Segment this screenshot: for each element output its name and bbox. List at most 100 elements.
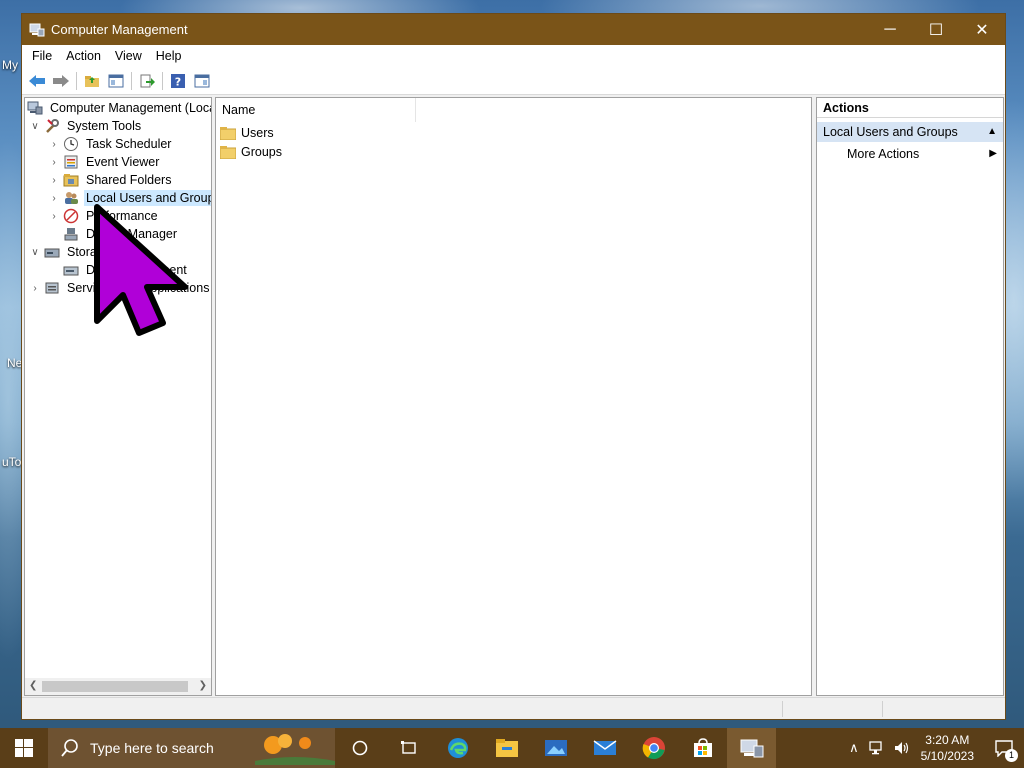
file-explorer-icon (495, 739, 518, 757)
close-button[interactable]: ✕ (959, 14, 1005, 45)
status-bar-divider (782, 701, 783, 717)
notification-center-button[interactable]: 1 (984, 728, 1024, 768)
maximize-button[interactable]: ☐ (913, 14, 959, 45)
menu-action[interactable]: Action (59, 45, 108, 67)
list-item-label: Users (241, 126, 274, 140)
list-item-groups[interactable]: Groups (220, 143, 282, 161)
system-clock[interactable]: 3:20 AM 5/10/2023 (921, 732, 974, 764)
help-icon[interactable]: ? (166, 70, 189, 92)
menu-bar: File Action View Help (22, 45, 1005, 67)
taskbar-app-photos[interactable] (531, 728, 580, 768)
disk-management-icon (63, 266, 79, 276)
desktop-icon-label[interactable]: uTo (2, 455, 21, 469)
forward-icon[interactable] (49, 70, 72, 92)
content-list: Name Users Groups (215, 97, 812, 696)
taskbar-app-mail[interactable] (580, 728, 629, 768)
menu-help[interactable]: Help (149, 45, 189, 67)
tree-item-shared-folders[interactable]: › Shared Folders (48, 171, 173, 189)
tree-item-task-scheduler[interactable]: › Task Scheduler (48, 135, 173, 153)
computer-management-icon (29, 23, 45, 36)
toolbar-separator (131, 71, 132, 90)
tree-item-root[interactable]: Computer Management (Local (27, 99, 212, 117)
list-item-users[interactable]: Users (220, 124, 274, 142)
chevron-right-icon[interactable]: › (29, 282, 41, 294)
menu-file[interactable]: File (25, 45, 59, 67)
svg-text:?: ? (174, 75, 180, 88)
tree-item-event-viewer[interactable]: › Event Viewer (48, 153, 161, 171)
actions-pane: Actions Local Users and Groups ▲ More Ac… (816, 97, 1004, 696)
notification-count-badge: 1 (1005, 749, 1018, 762)
title-bar[interactable]: Computer Management ─ ☐ ✕ (22, 14, 1005, 45)
column-header-name[interactable]: Name (216, 98, 416, 122)
chevron-down-icon[interactable]: ∨ (29, 120, 41, 132)
event-viewer-icon (64, 155, 78, 169)
store-icon (693, 738, 712, 757)
device-manager-icon (64, 228, 78, 241)
export-list-icon[interactable] (135, 70, 158, 92)
system-tray: ∧ 3:20 AM 5/10/2023 1 (849, 728, 1024, 768)
chevron-down-icon[interactable]: ∨ (29, 246, 41, 258)
shared-folder-icon (63, 174, 79, 187)
computer-management-window: Computer Management ─ ☐ ✕ File Action Vi… (21, 13, 1006, 720)
tree-item-label: Shared Folders (86, 173, 172, 187)
more-actions-label: More Actions (847, 147, 920, 161)
show-hidden-icons-icon[interactable]: ∧ (849, 740, 859, 756)
toolbar-separator (76, 71, 77, 90)
taskbar-app-edge[interactable] (433, 728, 482, 768)
services-icon (45, 282, 59, 294)
chevron-right-icon[interactable]: › (48, 174, 60, 186)
minimize-button[interactable]: ─ (867, 14, 913, 45)
show-hide-action-pane-icon[interactable] (190, 70, 213, 92)
edge-icon (447, 738, 468, 758)
windows-logo-icon (15, 739, 33, 757)
volume-icon[interactable] (893, 740, 911, 756)
taskbar: Type here to search ∧ 3:20 AM 5/10/2023 (0, 728, 1024, 768)
taskbar-app-store[interactable] (678, 728, 727, 768)
tree-item-label: Event Viewer (86, 155, 160, 169)
taskbar-app-file-explorer[interactable] (482, 728, 531, 768)
tree-item-system-tools[interactable]: ∨ System Tools (29, 117, 143, 135)
tree-item-label: Computer Management (Local (50, 101, 212, 115)
list-item-label: Groups (241, 145, 282, 159)
show-hide-tree-icon[interactable] (104, 70, 127, 92)
taskbar-app-chrome[interactable] (629, 728, 678, 768)
horizontal-scrollbar[interactable]: ❮ ❯ (25, 678, 211, 695)
clock-date: 5/10/2023 (920, 749, 974, 763)
status-bar (22, 697, 1005, 719)
desktop-icon-label[interactable]: My (2, 58, 18, 72)
mail-icon (593, 740, 616, 755)
chevron-right-icon[interactable]: › (48, 156, 60, 168)
up-folder-icon[interactable] (80, 70, 103, 92)
chevron-right-icon[interactable]: › (48, 138, 60, 150)
computer-management-icon (27, 101, 43, 115)
start-button[interactable] (0, 728, 48, 768)
chevron-right-icon[interactable]: › (48, 192, 60, 204)
storage-icon (44, 248, 60, 258)
toolbar-separator (162, 71, 163, 90)
task-view-button[interactable] (384, 728, 433, 768)
photos-icon (544, 740, 567, 756)
pointer-cursor-annotation (94, 204, 188, 336)
taskbar-app-computer-management[interactable] (727, 728, 776, 768)
window-title: Computer Management (51, 22, 188, 37)
collapse-up-icon[interactable]: ▲ (987, 122, 997, 142)
folder-icon (220, 145, 236, 159)
status-bar-divider (882, 701, 883, 717)
chevron-right-icon[interactable]: › (48, 210, 60, 222)
more-actions-item[interactable]: More Actions ▶ (817, 142, 1003, 166)
performance-icon (63, 208, 79, 224)
actions-header: Actions (817, 98, 1003, 118)
scroll-right-icon[interactable]: ❯ (199, 680, 207, 691)
scroll-left-icon[interactable]: ❮ (29, 680, 37, 691)
cortana-icon (352, 740, 367, 756)
menu-view[interactable]: View (108, 45, 149, 67)
network-icon[interactable] (868, 740, 887, 756)
cortana-button[interactable] (335, 728, 384, 768)
navigation-tree: Computer Management (Local ∨ System Tool… (24, 97, 212, 696)
toolbar: ? (22, 67, 1005, 95)
taskbar-search-box[interactable]: Type here to search (48, 728, 335, 768)
back-icon[interactable] (25, 70, 48, 92)
actions-group-local-users-and-groups[interactable]: Local Users and Groups ▲ (817, 122, 1003, 142)
scrollbar-thumb[interactable] (42, 681, 188, 692)
chrome-icon (642, 737, 665, 760)
